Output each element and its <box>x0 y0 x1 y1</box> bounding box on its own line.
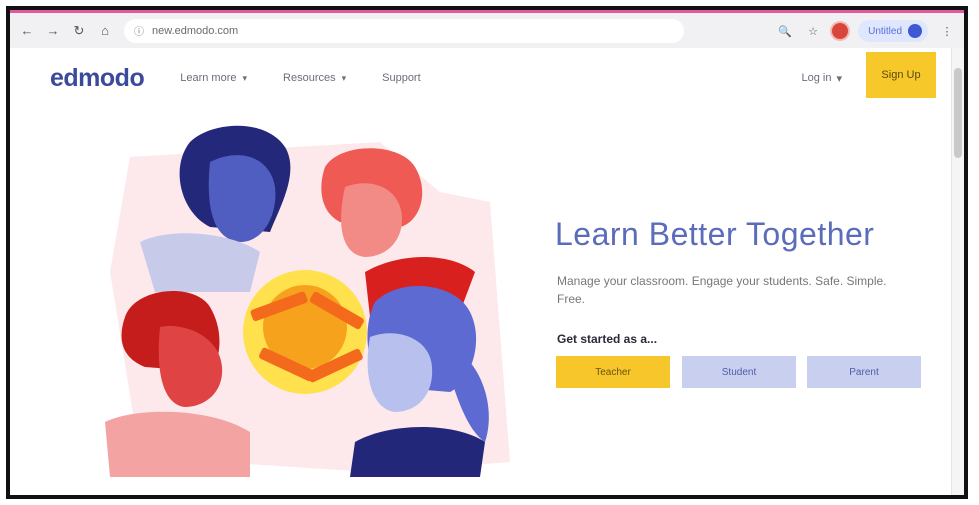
menu-kebab-icon[interactable]: ⋮ <box>938 22 956 40</box>
address-bar[interactable]: ⓘ new.edmodo.com <box>124 18 684 43</box>
student-button[interactable]: Student <box>682 356 796 388</box>
nav-learn-more[interactable]: Learn more ▾ <box>180 72 247 84</box>
reload-icon[interactable]: ↻ <box>70 22 88 40</box>
browser-toolbar: ← → ↻ ⌂ ⓘ new.edmodo.com 🔍 ☆ Untitled ⋮ <box>10 10 964 48</box>
profile-label: Untitled <box>868 25 902 37</box>
parent-button[interactable]: Parent <box>807 356 921 388</box>
back-arrow-icon[interactable]: ← <box>18 22 36 40</box>
browser-window: ← → ↻ ⌂ ⓘ new.edmodo.com 🔍 ☆ Untitled ⋮ … <box>6 6 968 499</box>
site-header: edmodo Learn more ▾ Resources ▾ Support … <box>10 48 952 108</box>
home-icon[interactable]: ⌂ <box>96 22 114 40</box>
zoom-icon[interactable]: 🔍 <box>776 22 794 40</box>
edmodo-logo[interactable]: edmodo <box>50 64 145 93</box>
login-label: Log in <box>801 72 832 84</box>
extension-icon[interactable] <box>832 23 849 39</box>
forward-arrow-icon[interactable]: → <box>44 22 62 40</box>
browser-actions: 🔍 ☆ Untitled ⋮ <box>776 20 956 42</box>
hero-subtitle: Manage your classroom. Engage your stude… <box>557 274 887 306</box>
page-scrollbar[interactable] <box>951 48 964 495</box>
chevron-down-icon: ▾ <box>836 72 842 85</box>
teacher-button[interactable]: Teacher <box>556 356 670 388</box>
scroll-thumb[interactable] <box>954 68 962 158</box>
nav-learn-more-label: Learn more <box>180 72 237 84</box>
avatar-icon <box>908 24 922 38</box>
nav-resources[interactable]: Resources ▾ <box>283 72 346 84</box>
profile-button[interactable]: Untitled <box>858 20 928 42</box>
nav-support-label: Support <box>382 72 421 84</box>
signup-button[interactable]: Sign Up <box>866 52 936 98</box>
url-text: new.edmodo.com <box>152 24 239 37</box>
chevron-down-icon: ▾ <box>242 72 248 83</box>
nav-resources-label: Resources <box>283 72 336 84</box>
nav-support[interactable]: Support <box>382 72 421 84</box>
get-started-label: Get started as a... <box>557 332 658 346</box>
site-info-icon[interactable]: ⓘ <box>134 23 144 38</box>
login-link[interactable]: Log in ▾ <box>801 48 842 108</box>
bookmark-star-icon[interactable]: ☆ <box>804 22 822 40</box>
hero-title: Learn Better Together <box>555 216 875 252</box>
chevron-down-icon: ▾ <box>341 72 347 83</box>
hero-illustration <box>105 125 510 477</box>
